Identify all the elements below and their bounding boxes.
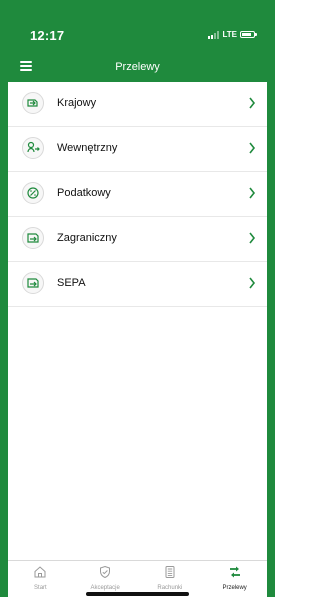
transfer-option-wewnetrzny[interactable]: Wewnętrzny — [8, 127, 267, 172]
status-time: 12:17 — [30, 28, 65, 43]
transfer-option-sepa[interactable]: SEPA — [8, 262, 267, 307]
chevron-right-icon — [249, 142, 256, 154]
home-icon — [34, 566, 46, 578]
nav-rachunki-label: Rachunki — [157, 585, 183, 591]
battery-icon — [240, 31, 257, 38]
chevron-right-icon — [249, 97, 256, 109]
transfer-option-label: SEPA — [57, 277, 86, 289]
page-title: Przelewy — [115, 61, 160, 73]
left-green-rail — [0, 0, 8, 597]
nav-start[interactable]: Start — [8, 561, 73, 597]
transfer-option-label: Zagraniczny — [57, 232, 117, 244]
app-header: 12:17 LTE Przelewy — [8, 0, 267, 82]
chevron-right-icon — [249, 232, 256, 244]
sepa-transfer-icon — [22, 272, 44, 294]
nav-akceptacje-label: Akceptacje — [90, 585, 120, 591]
foreign-transfer-icon — [22, 227, 44, 249]
internal-transfer-icon — [22, 137, 44, 159]
domestic-transfer-icon — [22, 92, 44, 114]
nav-przelewy-label: Przelewy — [222, 585, 247, 591]
mobile-screen: 12:17 LTE Przelewy Krajowy Wewnętrzny Po… — [0, 0, 275, 597]
home-indicator — [86, 592, 189, 596]
shield-check-icon — [100, 565, 111, 579]
transfer-option-krajowy[interactable]: Krajowy — [8, 82, 267, 127]
chevron-right-icon — [249, 277, 256, 289]
transfer-option-podatkowy[interactable]: Podatkowy — [8, 172, 267, 217]
signal-strength-icon — [208, 30, 220, 39]
right-green-rail — [267, 0, 275, 597]
transfer-list: Krajowy Wewnętrzny Podatkowy Zagraniczny… — [8, 82, 267, 561]
nav-start-label: Start — [34, 585, 47, 591]
chevron-right-icon — [249, 187, 256, 199]
transfer-option-label: Wewnętrzny — [57, 142, 118, 154]
transfer-option-label: Podatkowy — [57, 187, 111, 199]
transfer-option-zagraniczny[interactable]: Zagraniczny — [8, 217, 267, 262]
transfer-arrows-icon — [229, 566, 240, 578]
tax-transfer-icon — [22, 182, 44, 204]
transfer-option-label: Krajowy — [57, 97, 97, 109]
document-icon — [165, 566, 175, 578]
status-indicators: LTE — [208, 30, 257, 39]
network-type: LTE — [222, 30, 237, 39]
nav-przelewy[interactable]: Przelewy — [202, 561, 267, 597]
